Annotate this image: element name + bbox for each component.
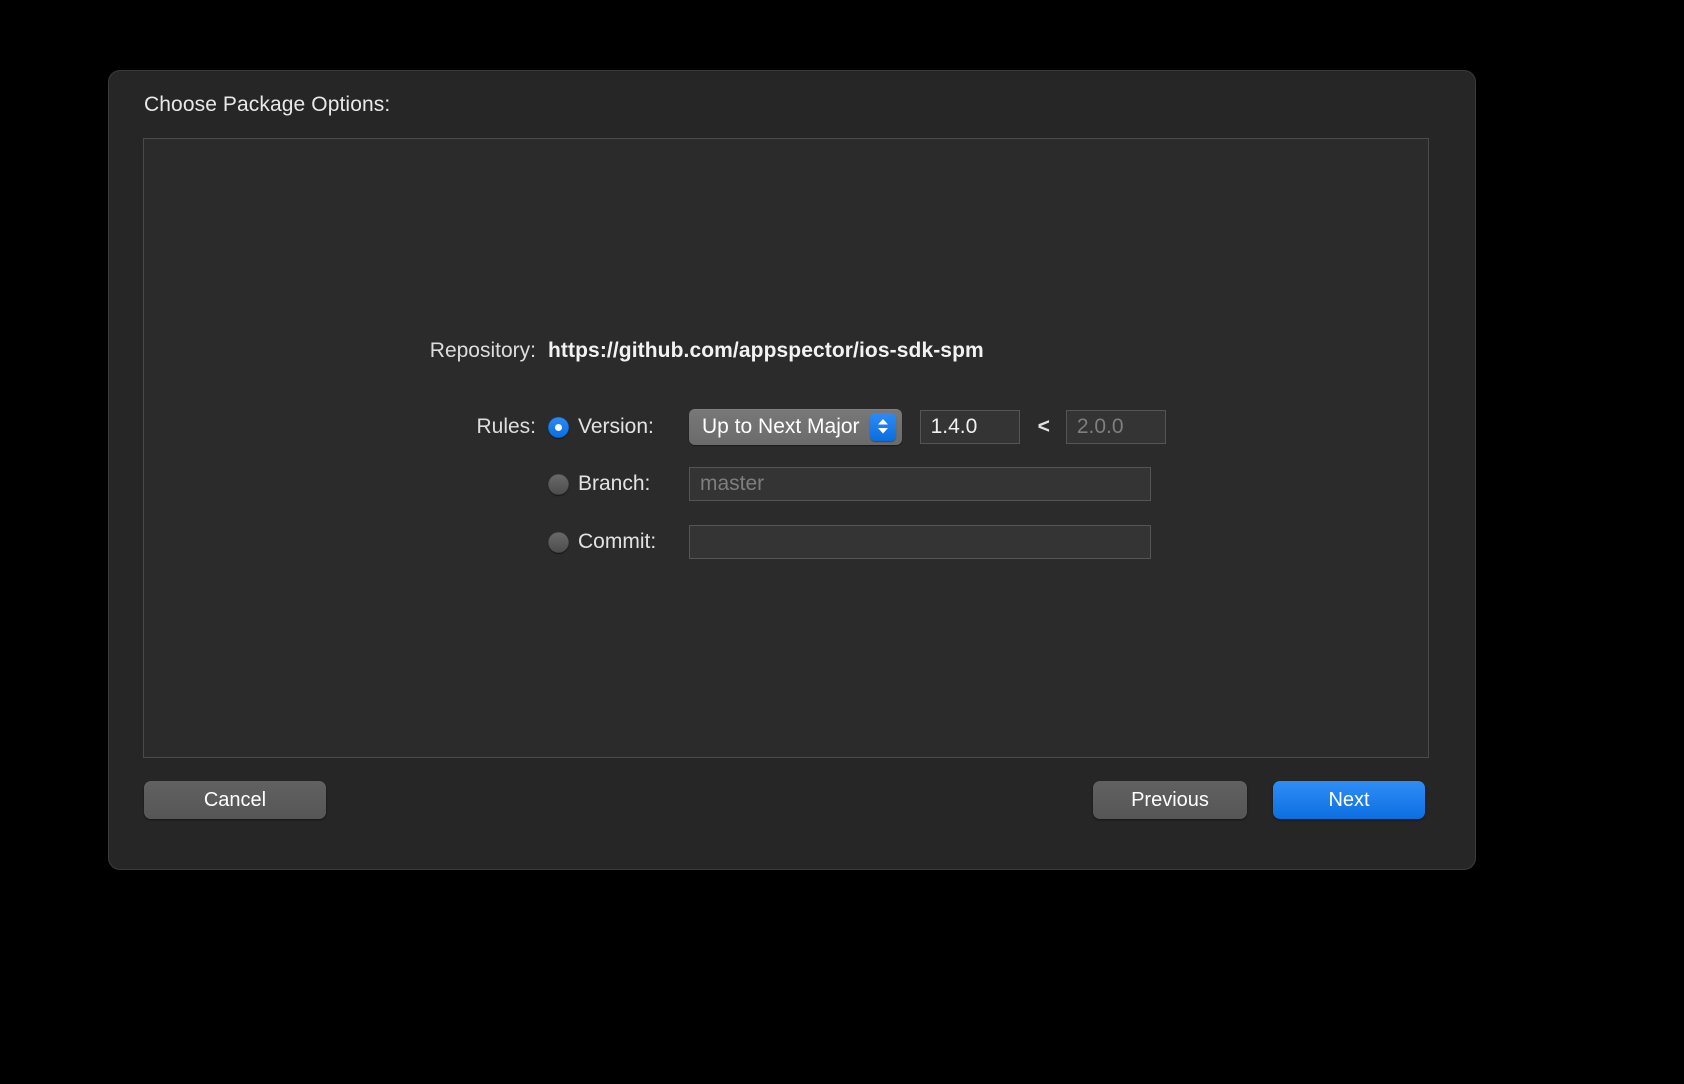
radio-commit[interactable]	[548, 531, 569, 553]
screen-background: Choose Package Options: Repository: http…	[0, 0, 1684, 1084]
commit-rule-row: Commit:	[144, 525, 1428, 559]
cancel-button[interactable]: Cancel	[144, 781, 326, 819]
repository-row: Repository: https://github.com/appspecto…	[144, 339, 1428, 363]
version-lower-bound-input[interactable]: 1.4.0	[919, 410, 1020, 444]
version-label: Version:	[578, 415, 654, 438]
radio-version[interactable]	[548, 416, 569, 438]
version-upper-bound-input[interactable]: 2.0.0	[1065, 410, 1166, 444]
page-title: Choose Package Options:	[144, 93, 391, 116]
branch-input[interactable]: master	[689, 467, 1151, 501]
radio-branch[interactable]	[548, 473, 569, 495]
version-rule-select[interactable]: Up to Next Major	[689, 409, 902, 445]
choose-package-options-dialog: Choose Package Options: Repository: http…	[108, 70, 1476, 870]
options-content-panel: Repository: https://github.com/appspecto…	[143, 138, 1429, 758]
commit-label: Commit:	[578, 530, 657, 553]
repository-label: Repository:	[429, 339, 536, 362]
package-options-form: Repository: https://github.com/appspecto…	[144, 139, 1428, 757]
version-comparator: <	[1037, 415, 1050, 438]
repository-url-value: https://github.com/appspector/ios-sdk-sp…	[548, 339, 984, 362]
commit-input[interactable]	[689, 525, 1151, 559]
branch-rule-row: Branch: master	[144, 467, 1428, 501]
next-button[interactable]: Next	[1273, 781, 1425, 819]
version-rule-row: Rules: Version: Up to Next Major 1.4.0 <…	[144, 409, 1428, 445]
rules-label: Rules:	[476, 415, 536, 438]
chevron-updown-icon[interactable]	[869, 413, 896, 441]
version-rule-selected-value: Up to Next Major	[702, 415, 860, 438]
branch-label: Branch:	[578, 472, 651, 495]
previous-button[interactable]: Previous	[1093, 781, 1247, 819]
